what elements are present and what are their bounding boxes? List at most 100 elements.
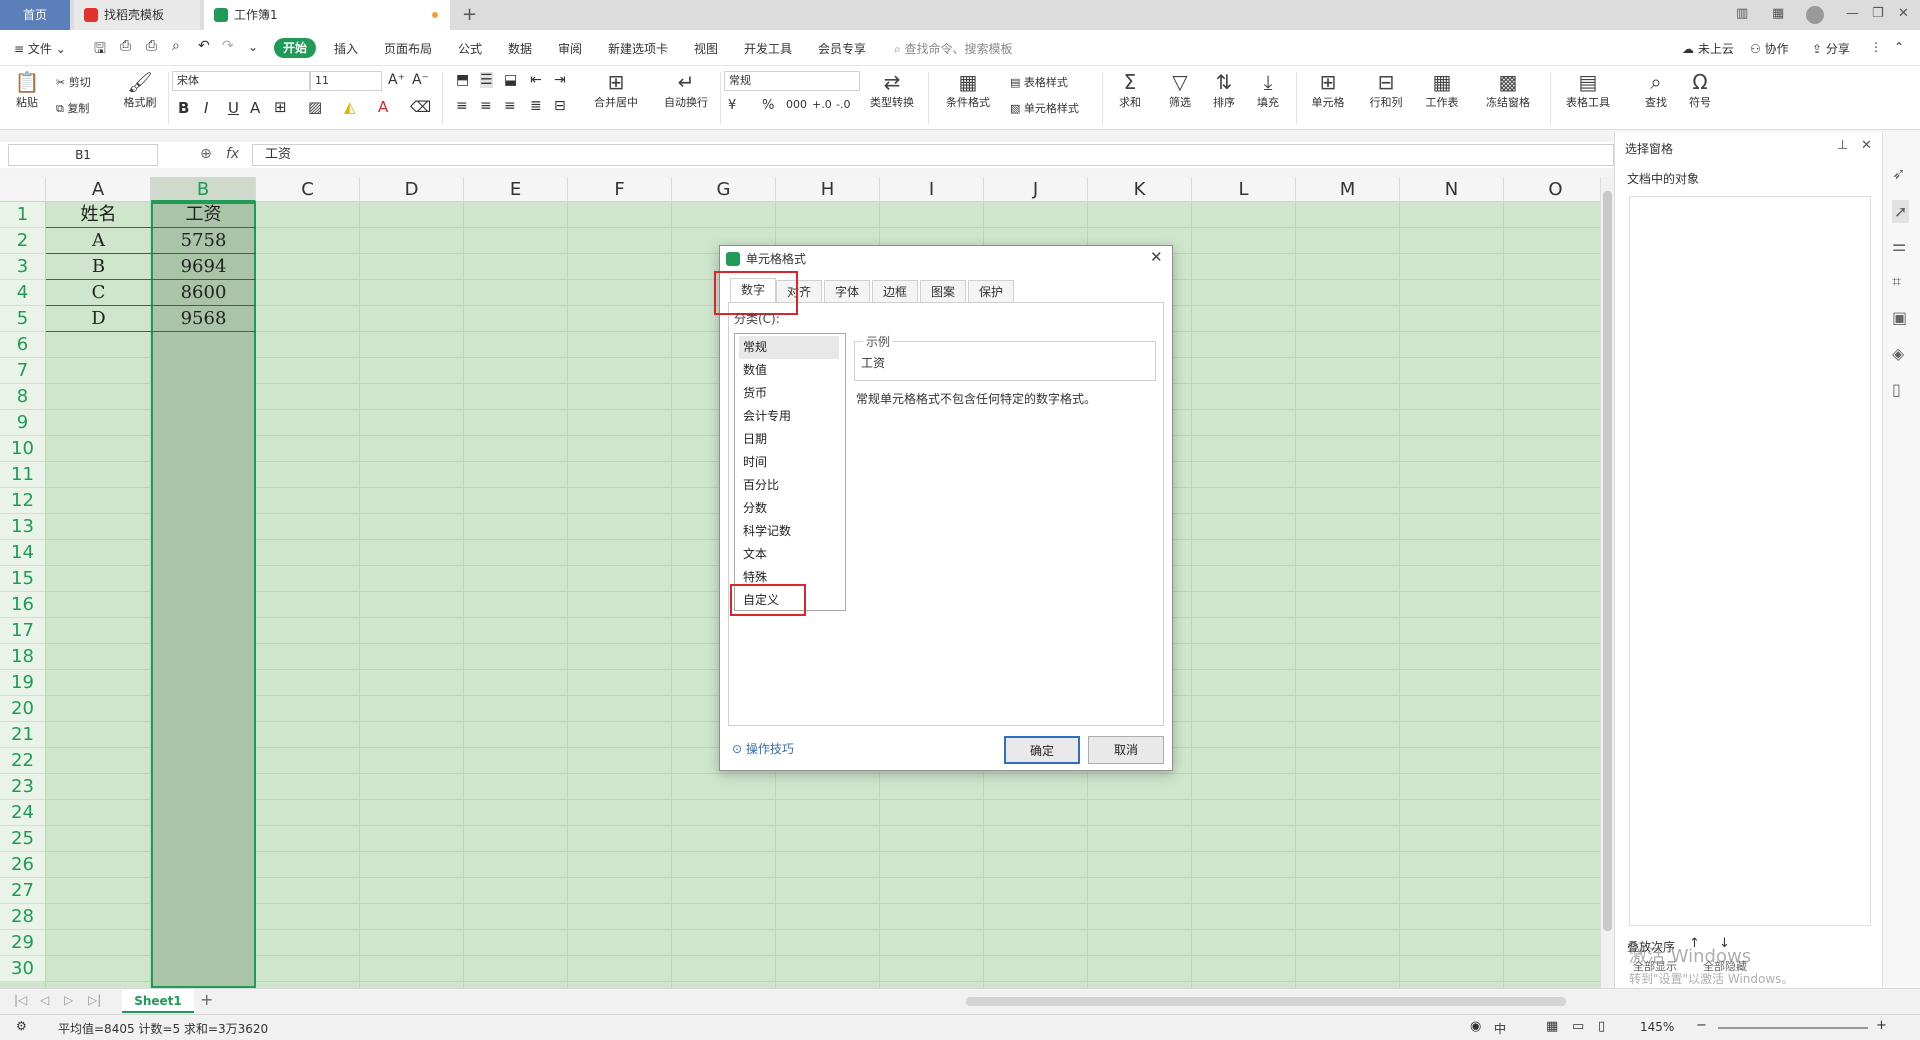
print-icon[interactable]: ⎙ bbox=[146, 38, 157, 54]
row-header-2[interactable]: 2 bbox=[0, 228, 46, 254]
zoom-out-icon[interactable]: − bbox=[1696, 1018, 1707, 1033]
row-header-16[interactable]: 16 bbox=[0, 592, 46, 618]
select-all-corner[interactable] bbox=[0, 177, 46, 202]
crop-icon[interactable]: ⌗ bbox=[1892, 272, 1901, 292]
cell-a5[interactable]: D bbox=[46, 306, 151, 332]
restore-icon[interactable]: ❐ bbox=[1872, 6, 1884, 21]
first-sheet-icon[interactable]: |◁ bbox=[14, 993, 27, 1007]
conditional-format-button[interactable]: ▦ 条件格式 bbox=[936, 70, 1000, 110]
row-header-6[interactable]: 6 bbox=[0, 332, 46, 358]
category-list[interactable]: 常规 数值 货币 会计专用 日期 时间 百分比 分数 科学记数 文本 特殊 自定义 bbox=[734, 333, 846, 611]
fx-icon[interactable]: fx bbox=[226, 146, 239, 162]
cell-a3[interactable]: B bbox=[46, 254, 151, 280]
category-item-8[interactable]: 科学记数 bbox=[739, 520, 839, 543]
name-box[interactable]: B1 bbox=[8, 144, 158, 166]
row-header-29[interactable]: 29 bbox=[0, 930, 46, 956]
cell-style-button[interactable]: ▧ 单元格样式 bbox=[1010, 100, 1079, 116]
column-header-a[interactable]: A bbox=[46, 177, 151, 202]
tab-font[interactable]: 字体 bbox=[824, 280, 870, 302]
fill-color-icon[interactable]: ◭ bbox=[344, 98, 356, 116]
number-format-select[interactable]: 常规 bbox=[724, 71, 860, 91]
indent-increase-icon[interactable]: ⇥ bbox=[554, 72, 566, 88]
justify-icon[interactable]: ≣ bbox=[530, 98, 542, 114]
tab-home[interactable]: 首页 bbox=[0, 0, 70, 30]
align-left-icon[interactable]: ≡ bbox=[456, 98, 468, 114]
row-header-17[interactable]: 17 bbox=[0, 618, 46, 644]
row-header-14[interactable]: 14 bbox=[0, 540, 46, 566]
column-header-c[interactable]: C bbox=[256, 177, 360, 202]
tips-link[interactable]: ⊙ 操作技巧 bbox=[732, 740, 794, 757]
category-item-4[interactable]: 日期 bbox=[739, 428, 839, 451]
cell-a4[interactable]: C bbox=[46, 280, 151, 306]
rocket-icon[interactable]: ➶ bbox=[1892, 164, 1905, 183]
formula-input[interactable]: 工资 bbox=[252, 144, 1614, 166]
print-preview-icon[interactable]: ⌕ bbox=[172, 38, 180, 54]
compass-icon[interactable]: ◈ bbox=[1892, 344, 1904, 363]
table-style-button[interactable]: ▤ 表格样式 bbox=[1010, 74, 1068, 90]
export-pdf-icon[interactable]: ⎙ bbox=[120, 38, 131, 54]
cell-a1[interactable]: 姓名 bbox=[46, 202, 151, 228]
row-header-24[interactable]: 24 bbox=[0, 800, 46, 826]
book-icon[interactable]: ▯ bbox=[1892, 380, 1901, 399]
row-header-9[interactable]: 9 bbox=[0, 410, 46, 436]
column-header-l[interactable]: L bbox=[1192, 177, 1296, 202]
row-header-1[interactable]: 1 bbox=[0, 202, 46, 228]
row-header-19[interactable]: 19 bbox=[0, 670, 46, 696]
column-header-j[interactable]: J bbox=[984, 177, 1088, 202]
fill-pattern-icon[interactable]: ▨ bbox=[308, 98, 322, 116]
apps-grid-icon[interactable]: ▦ bbox=[1772, 6, 1784, 21]
distribute-icon[interactable]: ⊟ bbox=[554, 98, 566, 114]
row-header-5[interactable]: 5 bbox=[0, 306, 46, 332]
row-header-22[interactable]: 22 bbox=[0, 748, 46, 774]
copy-button[interactable]: ⧉ 复制 bbox=[56, 100, 89, 116]
decrease-font-icon[interactable]: A⁻ bbox=[412, 72, 429, 88]
cell-button[interactable]: ⊞ 单元格 bbox=[1302, 70, 1354, 110]
ok-button[interactable]: 确定 bbox=[1004, 736, 1080, 764]
row-header-30[interactable]: 30 bbox=[0, 956, 46, 982]
cut-button[interactable]: ✂ 剪切 bbox=[56, 74, 91, 90]
new-tab-plus-icon[interactable]: + bbox=[462, 4, 477, 25]
row-header-13[interactable]: 13 bbox=[0, 514, 46, 540]
row-col-button[interactable]: ⊟ 行和列 bbox=[1360, 70, 1412, 110]
page-layout-view-icon[interactable]: ▭ bbox=[1572, 1019, 1584, 1034]
row-header-3[interactable]: 3 bbox=[0, 254, 46, 280]
menu-view[interactable]: 视图 bbox=[694, 40, 718, 57]
column-header-h[interactable]: H bbox=[776, 177, 880, 202]
cloud-status[interactable]: ☁ 未上云 bbox=[1682, 40, 1734, 57]
column-header-o[interactable]: O bbox=[1504, 177, 1600, 202]
category-item-5[interactable]: 时间 bbox=[739, 451, 839, 474]
menu-review[interactable]: 审阅 bbox=[558, 40, 582, 57]
tab-protection[interactable]: 保护 bbox=[968, 280, 1014, 302]
category-item-0[interactable]: 常规 bbox=[739, 336, 839, 359]
column-header-k[interactable]: K bbox=[1088, 177, 1192, 202]
row-header-15[interactable]: 15 bbox=[0, 566, 46, 592]
sheet-tab-sheet1[interactable]: Sheet1 bbox=[122, 989, 194, 1013]
column-header-f[interactable]: F bbox=[568, 177, 672, 202]
cell-b3[interactable]: 9694 bbox=[151, 254, 256, 280]
symbol-button[interactable]: Ω 符号 bbox=[1680, 70, 1720, 110]
fill-button[interactable]: ⤓ 填充 bbox=[1248, 70, 1288, 110]
category-item-9[interactable]: 文本 bbox=[739, 543, 839, 566]
category-item-7[interactable]: 分数 bbox=[739, 497, 839, 520]
row-header-7[interactable]: 7 bbox=[0, 358, 46, 384]
vertical-scroll-thumb[interactable] bbox=[1603, 191, 1612, 931]
sort-button[interactable]: ⇅ 排序 bbox=[1204, 70, 1244, 110]
decrease-decimal-icon[interactable]: -.0 bbox=[836, 98, 850, 111]
tab-pattern[interactable]: 图案 bbox=[920, 280, 966, 302]
column-header-b[interactable]: B bbox=[151, 177, 256, 202]
undo-icon[interactable]: ↶ bbox=[198, 38, 210, 54]
prev-sheet-icon[interactable]: ◁ bbox=[40, 993, 49, 1007]
command-search[interactable]: ⌕ 查找命令、搜索模板 bbox=[894, 40, 1013, 57]
row-header-4[interactable]: 4 bbox=[0, 280, 46, 306]
strikethrough-icon[interactable]: A bbox=[250, 99, 260, 117]
last-sheet-icon[interactable]: ▷| bbox=[88, 993, 101, 1007]
row-header-23[interactable]: 23 bbox=[0, 774, 46, 800]
italic-icon[interactable]: I bbox=[204, 99, 208, 117]
zoom-formula-icon[interactable]: ⊕ bbox=[200, 146, 212, 162]
zoom-slider[interactable] bbox=[1718, 1027, 1868, 1029]
redo-icon[interactable]: ↷ bbox=[222, 38, 234, 54]
thousands-icon[interactable]: 000 bbox=[786, 98, 807, 111]
vertical-scrollbar[interactable] bbox=[1600, 177, 1614, 988]
worksheet-button[interactable]: ▦ 工作表 bbox=[1414, 70, 1470, 110]
tab-border[interactable]: 边框 bbox=[872, 280, 918, 302]
